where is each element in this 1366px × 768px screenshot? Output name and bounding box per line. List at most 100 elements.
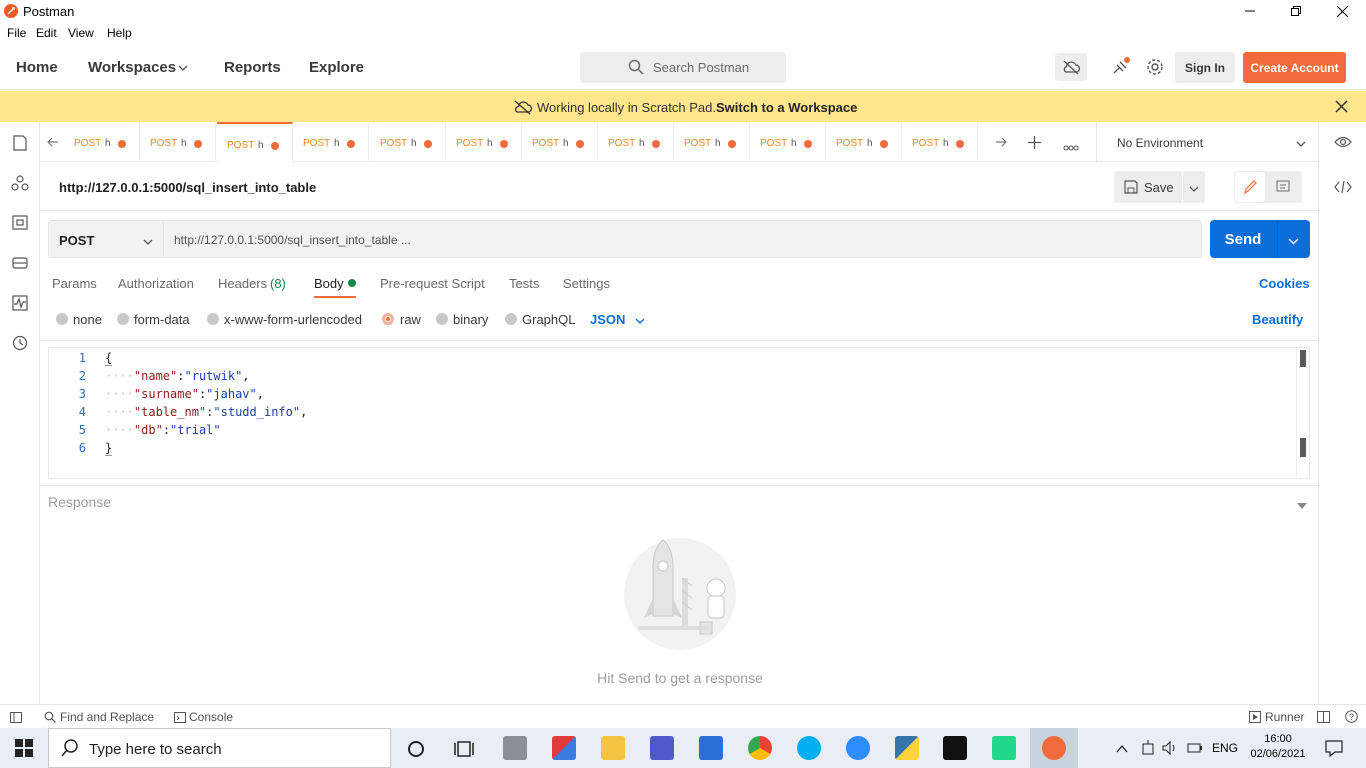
nav-explore[interactable]: Explore [309, 59, 364, 76]
close-banner-icon[interactable] [1335, 100, 1348, 116]
history-icon[interactable] [11, 334, 29, 352]
switch-workspace-link[interactable]: Switch to a Workspace [716, 100, 857, 115]
chrome-icon[interactable] [748, 736, 772, 760]
request-tab[interactable]: POST h [64, 122, 140, 162]
tab-tests[interactable]: Tests [509, 276, 539, 291]
comments-icon[interactable] [1276, 180, 1290, 197]
apis-icon[interactable] [11, 174, 29, 192]
sync-status-button[interactable] [1055, 53, 1087, 81]
radio-graphql[interactable] [505, 313, 517, 325]
python-icon[interactable] [895, 736, 919, 760]
environment-selector[interactable]: No Environment [1096, 122, 1318, 162]
radio-form-data[interactable] [117, 313, 129, 325]
save-options-dropdown[interactable] [1183, 171, 1205, 203]
mail-icon[interactable] [699, 736, 723, 760]
file-explorer-icon[interactable] [601, 736, 625, 760]
radio-none[interactable] [56, 313, 68, 325]
method-select[interactable]: POST [48, 220, 164, 258]
menu-file[interactable]: File [7, 26, 26, 40]
beautify-link[interactable]: Beautify [1252, 312, 1303, 327]
tab-body[interactable]: Body [314, 276, 344, 291]
settings-gear-icon[interactable] [1146, 58, 1164, 79]
request-title[interactable]: http://127.0.0.1:5000/sql_insert_into_ta… [59, 180, 316, 195]
url-input[interactable]: http://127.0.0.1:5000/sql_insert_into_ta… [164, 220, 1202, 258]
taskbar-search-box[interactable]: Type here to search [48, 728, 391, 768]
toggle-sidebar-icon[interactable] [10, 711, 22, 726]
eye-icon[interactable] [1334, 136, 1352, 151]
tab-pre-request-script[interactable]: Pre-request Script [380, 276, 485, 291]
windows-start-icon[interactable] [15, 739, 33, 760]
terminal-icon[interactable] [943, 736, 967, 760]
minimize-button[interactable] [1227, 0, 1273, 22]
network-icon[interactable] [1141, 740, 1155, 759]
satellite-icon[interactable] [1111, 57, 1131, 80]
task-view-icon[interactable] [454, 740, 474, 761]
teams-icon[interactable] [650, 736, 674, 760]
volume-icon[interactable] [1162, 740, 1178, 759]
editor-scrollbar[interactable] [1296, 348, 1308, 478]
monitors-icon[interactable] [11, 294, 29, 312]
find-and-replace-button[interactable]: Find and Replace [60, 710, 154, 724]
request-tab[interactable]: POST h [902, 122, 978, 162]
request-tab[interactable]: POST h [370, 122, 446, 162]
chevron-down-icon[interactable] [178, 61, 188, 76]
request-tab[interactable]: POST h [826, 122, 902, 162]
menu-help[interactable]: Help [107, 26, 132, 40]
zoom-icon[interactable] [846, 736, 870, 760]
save-button[interactable]: Save [1114, 171, 1182, 203]
tab-authorization[interactable]: Authorization [118, 276, 194, 291]
edit-button[interactable] [1235, 172, 1265, 202]
runner-button[interactable]: Runner [1265, 710, 1304, 724]
radio-urlencoded[interactable] [207, 313, 219, 325]
request-tab[interactable]: POST h [750, 122, 826, 162]
cookies-link[interactable]: Cookies [1259, 276, 1310, 291]
request-tab[interactable]: POST h [522, 122, 598, 162]
winrar-icon[interactable] [552, 736, 576, 760]
help-icon[interactable]: ? [1345, 710, 1358, 726]
request-tab-active[interactable]: POST h [217, 122, 293, 163]
chevron-down-icon[interactable] [635, 314, 645, 329]
chevron-down-icon[interactable] [1288, 234, 1299, 249]
cortana-icon[interactable] [407, 740, 425, 761]
request-tab[interactable]: POST h [674, 122, 750, 162]
send-button[interactable]: Send [1210, 220, 1310, 258]
more-options-icon[interactable] [1063, 139, 1079, 154]
radio-binary[interactable] [436, 313, 448, 325]
menu-edit[interactable]: Edit [36, 26, 57, 40]
tab-headers[interactable]: Headers [218, 276, 267, 291]
arrow-left-icon[interactable] [47, 136, 59, 151]
create-account-button[interactable]: Create Account [1243, 52, 1346, 83]
skype-icon[interactable] [797, 736, 821, 760]
battery-icon[interactable] [1187, 741, 1203, 758]
nav-home[interactable]: Home [16, 59, 58, 76]
scrollbar-thumb[interactable] [1300, 438, 1306, 457]
collections-icon[interactable] [11, 134, 29, 152]
pycharm-icon[interactable] [992, 736, 1016, 760]
console-button[interactable]: Console [189, 710, 233, 724]
database-app-icon[interactable] [503, 736, 527, 760]
mock-servers-icon[interactable] [11, 254, 29, 272]
request-tab[interactable]: POST h [598, 122, 674, 162]
new-tab-plus-icon[interactable] [1028, 136, 1041, 152]
request-tab[interactable]: POST h [140, 122, 216, 162]
language-indicator[interactable]: ENG [1212, 741, 1238, 755]
radio-raw[interactable] [382, 313, 394, 325]
taskbar-clock[interactable]: 16:00 02/06/2021 [1247, 732, 1309, 762]
nav-reports[interactable]: Reports [224, 59, 281, 76]
search-box[interactable]: Search Postman [580, 52, 786, 83]
environments-icon[interactable] [11, 214, 29, 232]
menu-view[interactable]: View [68, 26, 94, 40]
collapse-response-icon[interactable] [1297, 498, 1307, 513]
request-tab[interactable]: POST h [446, 122, 522, 162]
notifications-icon[interactable] [1325, 739, 1343, 760]
tab-params[interactable]: Params [52, 276, 97, 291]
chevron-up-icon[interactable] [1116, 742, 1128, 757]
request-tab[interactable]: POST h [293, 122, 369, 162]
tab-settings[interactable]: Settings [563, 276, 610, 291]
scrollbar-thumb[interactable] [1300, 350, 1306, 367]
format-select[interactable]: JSON [590, 312, 625, 327]
arrow-right-icon[interactable] [995, 136, 1007, 151]
sign-in-button[interactable]: Sign In [1175, 52, 1235, 83]
restore-button[interactable] [1273, 0, 1319, 22]
nav-workspaces[interactable]: Workspaces [88, 59, 176, 76]
